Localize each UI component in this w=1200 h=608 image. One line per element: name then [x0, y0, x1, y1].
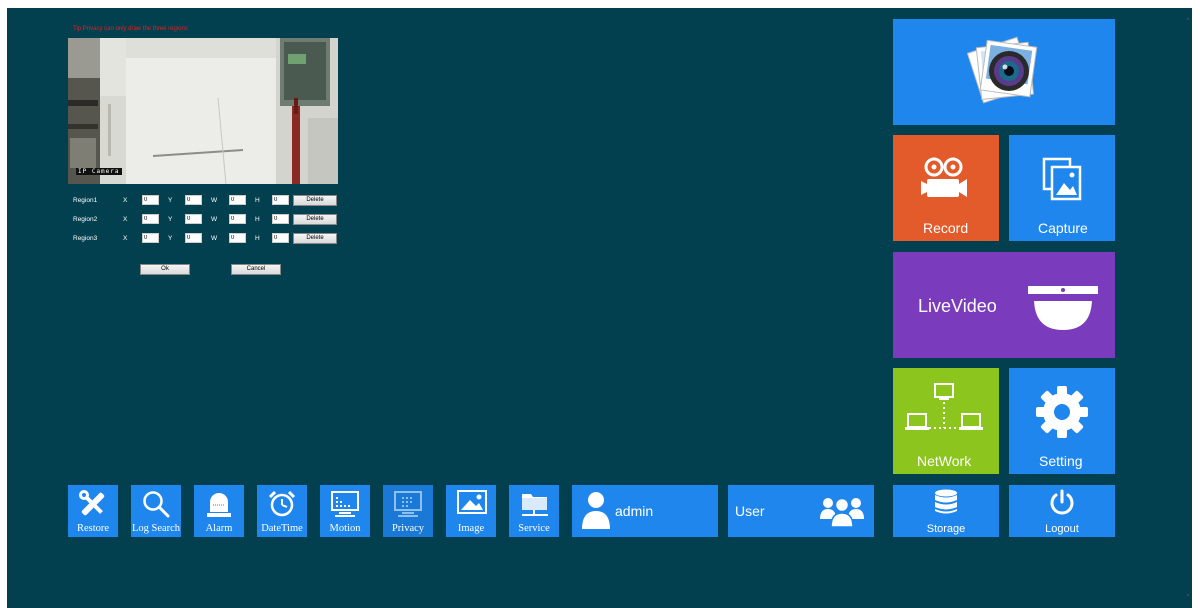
dome-camera-icon — [1028, 286, 1098, 330]
region3-x-input[interactable] — [142, 233, 159, 243]
setting-label: Setting — [1039, 453, 1083, 469]
storage-label: Storage — [926, 523, 966, 535]
scroll-down-arrow[interactable]: ˅ — [1184, 594, 1192, 604]
storage-tile[interactable]: Storage — [893, 485, 999, 537]
user-label: User — [735, 503, 765, 519]
toolbar-restore[interactable]: Restore — [68, 485, 118, 537]
w-label: W — [211, 235, 218, 242]
motion-icon — [331, 491, 359, 517]
capture-tile[interactable]: Capture — [1009, 135, 1115, 241]
region2-w-input[interactable] — [229, 214, 246, 224]
database-icon — [935, 489, 957, 514]
toolbar-label: Alarm — [205, 523, 233, 534]
region2-y-input[interactable] — [185, 214, 202, 224]
cancel-button[interactable]: Cancel — [231, 264, 281, 275]
region-name: Region3 — [73, 235, 98, 242]
live-video-tile[interactable]: LiveVideo — [893, 252, 1115, 358]
toolbar-label: Motion — [329, 523, 361, 534]
toolbar-label: Log Search — [131, 523, 181, 534]
gallery-tile[interactable] — [893, 19, 1115, 125]
region2-delete-button[interactable]: Delete — [293, 214, 337, 225]
pictures-icon — [1042, 157, 1082, 201]
camera-preview[interactable]: IP Camera — [68, 38, 338, 184]
region1-h-input[interactable] — [272, 195, 289, 205]
region3-w-input[interactable] — [229, 233, 246, 243]
toolbar-label: DateTime — [261, 523, 303, 534]
live-video-label: LiveVideo — [918, 296, 997, 316]
toolbar-privacy[interactable]: Privacy — [383, 485, 433, 537]
power-icon — [1050, 489, 1074, 515]
image-icon — [457, 490, 487, 514]
record-label: Record — [923, 220, 969, 236]
toolbar-log-search[interactable]: Log Search — [131, 485, 181, 537]
scroll-up-arrow[interactable]: ˄ — [1184, 18, 1192, 28]
toolbar-datetime[interactable]: DateTime — [257, 485, 307, 537]
alarm-icon — [207, 493, 231, 517]
toolbar-label: Image — [457, 523, 485, 534]
camera-scene — [68, 38, 338, 184]
setting-tile[interactable]: Setting — [1009, 368, 1115, 474]
region2-x-input[interactable] — [142, 214, 159, 224]
capture-label: Capture — [1038, 220, 1088, 236]
logout-tile[interactable]: Logout — [1009, 485, 1115, 537]
privacy-icon — [394, 491, 422, 517]
region3-delete-button[interactable]: Delete — [293, 233, 337, 244]
photo-gallery-icon — [966, 36, 1038, 104]
y-label: Y — [168, 235, 173, 242]
toolbar-alarm[interactable]: Alarm — [194, 485, 244, 537]
network-label: NetWork — [917, 453, 972, 469]
region3-h-input[interactable] — [272, 233, 289, 243]
region1-y-input[interactable] — [185, 195, 202, 205]
region1-delete-button[interactable]: Delete — [293, 195, 337, 206]
network-tile[interactable]: NetWork — [893, 368, 999, 474]
x-label: X — [123, 235, 128, 242]
h-label: H — [255, 197, 260, 204]
toolbar-label: Service — [518, 523, 550, 534]
privacy-tip: Tip:Privacy can only draw the three regi… — [73, 26, 188, 32]
x-label: X — [123, 197, 128, 204]
record-tile[interactable]: Record — [893, 135, 999, 241]
admin-tile[interactable]: admin — [572, 485, 718, 537]
clock-icon — [268, 490, 296, 517]
user-icon — [582, 492, 610, 529]
folder-network-icon — [522, 494, 548, 516]
network-icon — [905, 383, 983, 430]
toolbar-label: Privacy — [391, 523, 425, 534]
user-tile[interactable]: User — [728, 485, 874, 537]
search-icon — [143, 491, 170, 518]
region-name: Region2 — [73, 216, 98, 223]
ok-button[interactable]: Ok — [140, 264, 190, 275]
x-label: X — [123, 216, 128, 223]
admin-label: admin — [615, 503, 654, 519]
logout-label: Logout — [1045, 523, 1079, 535]
region2-h-input[interactable] — [272, 214, 289, 224]
w-label: W — [211, 197, 218, 204]
tools-icon — [79, 490, 105, 516]
region-name: Region1 — [73, 197, 98, 204]
region1-x-input[interactable] — [142, 195, 159, 205]
region3-y-input[interactable] — [185, 233, 202, 243]
gear-icon — [1036, 386, 1088, 438]
toolbar-image[interactable]: Image — [446, 485, 496, 537]
h-label: H — [255, 235, 260, 242]
y-label: Y — [168, 216, 173, 223]
camera-label: IP Camera — [76, 168, 122, 175]
toolbar-motion[interactable]: Motion — [320, 485, 370, 537]
toolbar-label: Restore — [76, 523, 110, 534]
w-label: W — [211, 216, 218, 223]
y-label: Y — [168, 197, 173, 204]
video-camera-icon — [921, 157, 967, 197]
app-window: Tip:Privacy can only draw the three regi… — [7, 8, 1192, 608]
region1-w-input[interactable] — [229, 195, 246, 205]
toolbar-service[interactable]: Service — [509, 485, 559, 537]
users-group-icon — [820, 497, 864, 527]
h-label: H — [255, 216, 260, 223]
